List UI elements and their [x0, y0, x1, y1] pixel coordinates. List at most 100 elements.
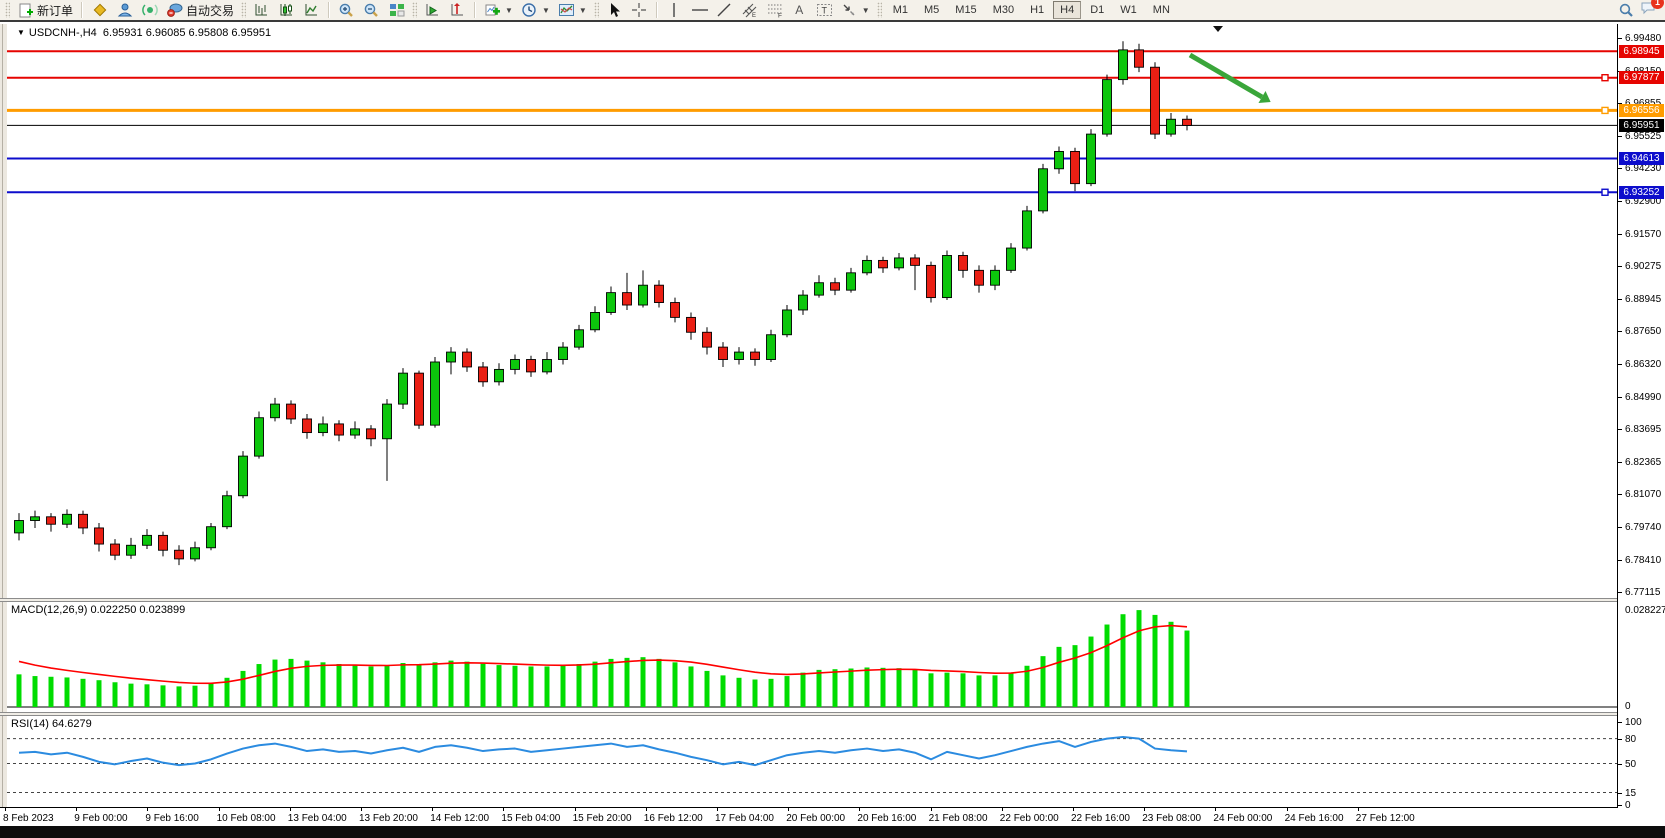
- macd-chart-canvas[interactable]: [7, 602, 1617, 712]
- candle-down: [655, 285, 664, 302]
- time-tick: [575, 808, 576, 811]
- svg-text:T: T: [821, 6, 827, 16]
- candle-up: [543, 360, 552, 372]
- candle-down: [415, 373, 424, 425]
- template-button[interactable]: ▼: [554, 1, 591, 19]
- tile-windows-icon: [388, 2, 405, 18]
- toolbar-grip[interactable]: [594, 2, 599, 18]
- macd-histogram-bar: [385, 666, 390, 707]
- time-axis[interactable]: 8 Feb 20239 Feb 00:009 Feb 16:0010 Feb 0…: [0, 807, 1618, 827]
- add-indicator-icon: [484, 2, 501, 18]
- time-tick: [290, 808, 291, 811]
- zoom-in-button[interactable]: [334, 1, 359, 19]
- candle-up: [1167, 119, 1176, 134]
- timeframe-m1[interactable]: M1: [886, 1, 915, 19]
- macd-histogram-bar: [1009, 673, 1014, 707]
- rsi-indicator-pane[interactable]: RSI(14) 64.6279: [7, 716, 1617, 807]
- search-icon[interactable]: [1617, 2, 1634, 18]
- price-line-badge: 6.94613: [1619, 152, 1664, 165]
- candle-down: [479, 367, 488, 382]
- time-label: 20 Feb 16:00: [857, 813, 916, 824]
- timeframe-w1[interactable]: W1: [1113, 1, 1144, 19]
- time-tick: [147, 808, 148, 811]
- price-tick-label: 6.81070: [1625, 489, 1661, 500]
- macd-histogram-bar: [849, 669, 854, 707]
- price-tick: [1618, 592, 1622, 593]
- price-tick: [1618, 527, 1622, 528]
- price-tick-label: 6.84990: [1625, 392, 1661, 403]
- timeframe-h1[interactable]: H1: [1023, 1, 1051, 19]
- toolbar-grip[interactable]: [412, 2, 417, 18]
- timeframe-m5[interactable]: M5: [917, 1, 946, 19]
- candle-up: [63, 514, 72, 524]
- toolbar-grip[interactable]: [241, 2, 246, 18]
- toolbar-grip[interactable]: [5, 2, 10, 18]
- timeframe-mn[interactable]: MN: [1146, 1, 1177, 19]
- time-tick: [646, 808, 647, 811]
- add-indicator-button[interactable]: ▼: [480, 1, 517, 19]
- macd-histogram-bar: [161, 685, 166, 707]
- rsi-tick: [1618, 764, 1622, 765]
- fibonacci-tool[interactable]: F: [762, 1, 787, 19]
- candle-down: [527, 360, 536, 372]
- market-depth-button[interactable]: [87, 1, 112, 19]
- community-button[interactable]: [112, 1, 137, 19]
- time-tick: [859, 808, 860, 811]
- candle-up: [575, 330, 584, 347]
- price-tick: [1618, 201, 1622, 202]
- price-tick-label: 6.77115: [1625, 587, 1660, 598]
- price-tick: [1618, 38, 1622, 39]
- trendline-tool[interactable]: [712, 1, 737, 19]
- time-tick: [1215, 808, 1216, 811]
- macd-histogram-bar: [577, 664, 582, 707]
- toolbar-grip[interactable]: [877, 2, 882, 18]
- candlestick-mode-button[interactable]: [274, 1, 299, 19]
- zoom-out-button[interactable]: [359, 1, 384, 19]
- macd-histogram-bar: [209, 684, 214, 707]
- rsi-chart-canvas[interactable]: [7, 716, 1617, 807]
- auto-scroll-button[interactable]: [420, 1, 445, 19]
- ohlc-close: 6.95951: [231, 27, 271, 39]
- horizontal-line-tool[interactable]: [687, 1, 712, 19]
- period-button[interactable]: ▼: [517, 1, 554, 19]
- signals-button[interactable]: [137, 1, 162, 19]
- price-chart-pane[interactable]: ▼USDCNH-,H4 6.95931 6.96085 6.95808 6.95…: [7, 24, 1617, 598]
- tile-windows-button[interactable]: [384, 1, 409, 19]
- candlestick-icon: [278, 2, 295, 18]
- macd-histogram-bar: [1137, 610, 1142, 707]
- price-axis[interactable]: 6.994806.981506.968556.955256.942306.929…: [1617, 24, 1665, 807]
- text-tool[interactable]: A: [787, 1, 812, 19]
- price-tick: [1618, 397, 1622, 398]
- chart-shift-button[interactable]: [445, 1, 470, 19]
- auto-trading-button[interactable]: 自动交易: [162, 1, 238, 20]
- macd-indicator-pane[interactable]: MACD(12,26,9) 0.022250 0.023899: [7, 602, 1617, 712]
- crosshair-tool-button[interactable]: [627, 1, 652, 19]
- arrows-icon: [841, 2, 858, 18]
- candle-up: [1119, 50, 1128, 80]
- notifications-button[interactable]: 1: [1640, 0, 1657, 21]
- time-tick: [1287, 808, 1288, 811]
- candle-up: [319, 424, 328, 433]
- text-label-tool[interactable]: T: [812, 1, 837, 19]
- channel-tool[interactable]: E: [737, 1, 762, 19]
- bar-chart-mode-button[interactable]: [249, 1, 274, 19]
- candle-up: [511, 360, 520, 370]
- candle-down: [175, 550, 184, 559]
- arrows-tool[interactable]: ▼: [837, 1, 874, 19]
- timeframe-m30[interactable]: M30: [986, 1, 1021, 19]
- cursor-tool-button[interactable]: [602, 1, 627, 19]
- timeframe-m15[interactable]: M15: [948, 1, 983, 19]
- vertical-line-tool[interactable]: [662, 1, 687, 19]
- macd-histogram-bar: [81, 679, 86, 707]
- timeframe-d1[interactable]: D1: [1083, 1, 1111, 19]
- candle-up: [767, 335, 776, 360]
- candlestick-chart-canvas[interactable]: [7, 24, 1617, 598]
- candle-down: [1183, 119, 1192, 125]
- candle-up: [223, 496, 232, 527]
- macd-histogram-bar: [17, 674, 22, 707]
- new-order-button[interactable]: 新订单: [13, 1, 77, 20]
- line-chart-mode-button[interactable]: [299, 1, 324, 19]
- timeframe-h4[interactable]: H4: [1053, 1, 1081, 19]
- time-label: 14 Feb 12:00: [430, 813, 489, 824]
- chart-area: ▼USDCNH-,H4 6.95931 6.96085 6.95808 6.95…: [0, 24, 1665, 826]
